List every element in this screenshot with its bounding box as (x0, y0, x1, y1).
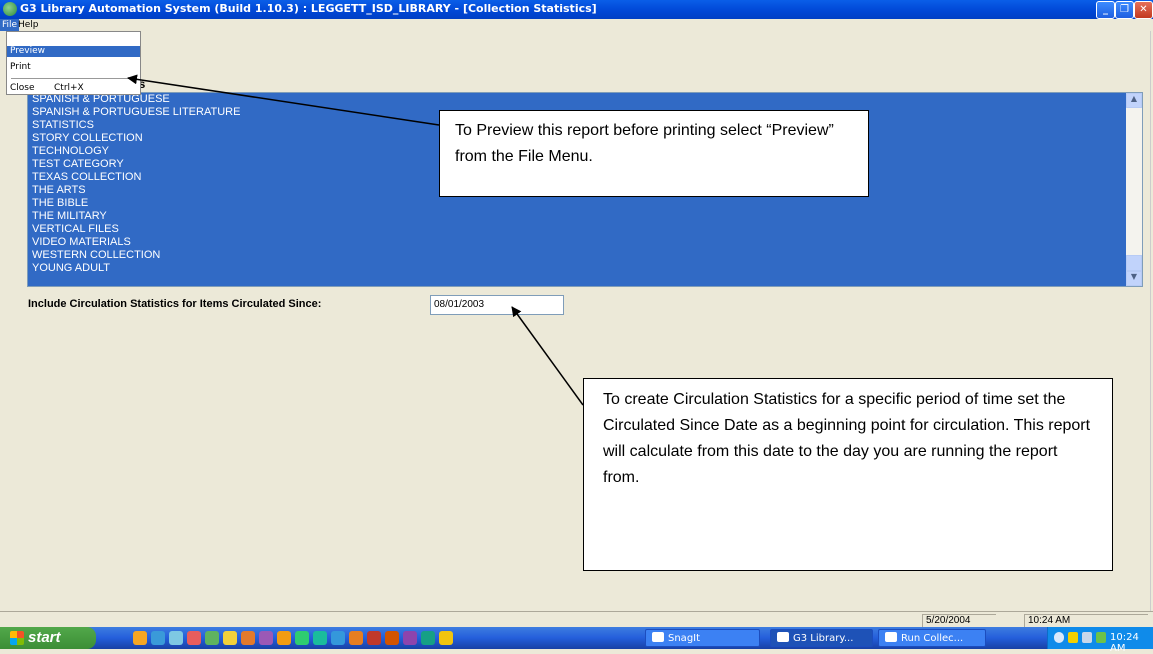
minimize-icon: _ (1103, 4, 1108, 15)
quicklaunch-icon[interactable] (187, 631, 201, 645)
menu-item-print[interactable]: Print (7, 62, 140, 73)
preview-callout: To Preview this report before printing s… (439, 110, 869, 197)
list-item[interactable]: THE ARTS (32, 184, 86, 197)
list-item[interactable]: YOUNG ADULT (32, 262, 110, 275)
menu-bar: File Help (0, 19, 1153, 31)
tray-icon[interactable] (1068, 632, 1078, 643)
quicklaunch-icon[interactable] (439, 631, 453, 645)
close-button[interactable]: ✕ (1134, 1, 1153, 19)
title-bar: G3 Library Automation System (Build 1.10… (0, 0, 1153, 19)
list-scrollbar[interactable]: ▲ ▼ (1126, 93, 1142, 286)
list-item[interactable]: TEXAS COLLECTION (32, 171, 141, 184)
list-item[interactable]: WESTERN COLLECTION (32, 249, 160, 262)
menu-help[interactable]: Help (16, 19, 41, 31)
window-title: G3 Library Automation System (Build 1.10… (20, 2, 597, 15)
task-label: G3 Library... (793, 633, 854, 644)
quicklaunch-icon[interactable] (313, 631, 327, 645)
list-item[interactable]: STORY COLLECTION (32, 132, 143, 145)
menu-item-print-label: Print (10, 62, 31, 72)
list-item[interactable]: TEST CATEGORY (32, 158, 124, 171)
file-menu-dropdown: Preview Print Close Ctrl+X (6, 31, 141, 95)
chevron-down-icon: ▼ (1130, 272, 1138, 281)
list-item[interactable]: STATISTICS (32, 119, 94, 132)
system-tray: 10:24 AM (1047, 627, 1153, 654)
scroll-thumb[interactable] (1126, 255, 1142, 271)
list-item[interactable]: SPANISH & PORTUGUESE LITERATURE (32, 106, 240, 119)
task-label: Run Collec... (901, 633, 964, 644)
quicklaunch-icon[interactable] (349, 631, 363, 645)
quicklaunch-icon[interactable] (241, 631, 255, 645)
menu-item-close-shortcut: Ctrl+X (54, 83, 84, 93)
list-item[interactable]: THE MILITARY (32, 210, 107, 223)
circulated-since-date-field[interactable]: 08/01/2003 (430, 295, 564, 315)
list-item[interactable]: TECHNOLOGY (32, 145, 109, 158)
quicklaunch-icon[interactable] (403, 631, 417, 645)
quicklaunch-icon[interactable] (421, 631, 435, 645)
app-icon (3, 2, 17, 16)
menu-item-close-label: Close (10, 83, 35, 93)
snagit-icon (652, 632, 664, 642)
status-bar: 5/20/2004 10:24 AM (0, 611, 1153, 628)
quicklaunch-icon[interactable] (331, 631, 345, 645)
scroll-down-button[interactable]: ▼ (1126, 271, 1142, 286)
word-doc-icon (885, 632, 897, 642)
scroll-up-button[interactable]: ▲ (1126, 93, 1142, 108)
back-arrow-icon[interactable] (1054, 632, 1064, 643)
menu-separator (11, 78, 136, 80)
security-icon[interactable] (1096, 632, 1106, 643)
taskbar: start SnagIt G3 Library... Run Collec...… (0, 627, 1153, 654)
quicklaunch-icon[interactable] (259, 631, 273, 645)
circulated-since-label: Include Circulation Statistics for Items… (28, 298, 322, 310)
quicklaunch-icon[interactable] (295, 631, 309, 645)
quicklaunch-icon[interactable] (133, 631, 147, 645)
quicklaunch-icon[interactable] (205, 631, 219, 645)
status-time: 10:24 AM (1024, 614, 1148, 627)
quicklaunch-icon[interactable] (223, 631, 237, 645)
quicklaunch-icon[interactable] (151, 631, 165, 645)
chevron-up-icon: ▲ (1130, 94, 1138, 103)
task-g3-library[interactable]: G3 Library... (770, 629, 873, 647)
quicklaunch-icon[interactable] (367, 631, 381, 645)
start-label: start (28, 629, 61, 646)
task-label: SnagIt (668, 633, 701, 644)
menu-item-preview[interactable]: Preview (7, 46, 140, 57)
start-button[interactable]: start (0, 627, 96, 649)
quicklaunch-icon[interactable] (277, 631, 291, 645)
menu-item-preview-label: Preview (10, 46, 46, 56)
restore-icon: ❐ (1120, 4, 1129, 15)
quicklaunch-icon[interactable] (385, 631, 399, 645)
task-snagit[interactable]: SnagIt (645, 629, 760, 647)
circulation-callout: To create Circulation Statistics for a s… (583, 378, 1113, 571)
status-date: 5/20/2004 (922, 614, 996, 627)
minimize-button[interactable]: _ (1096, 1, 1115, 19)
list-item[interactable]: THE BIBLE (32, 197, 88, 210)
close-icon: ✕ (1139, 4, 1148, 15)
list-item[interactable]: VERTICAL FILES (32, 223, 119, 236)
task-run-collection[interactable]: Run Collec... (878, 629, 986, 647)
taskbar-clock: 10:24 AM (1110, 632, 1139, 654)
list-item[interactable]: VIDEO MATERIALS (32, 236, 131, 249)
menu-item-close[interactable]: Close Ctrl+X (7, 83, 140, 94)
quicklaunch-icon[interactable] (169, 631, 183, 645)
g3-app-icon (777, 632, 789, 642)
restore-button[interactable]: ❐ (1115, 1, 1134, 19)
windows-flag-icon (10, 631, 24, 645)
network-icon[interactable] (1082, 632, 1092, 643)
